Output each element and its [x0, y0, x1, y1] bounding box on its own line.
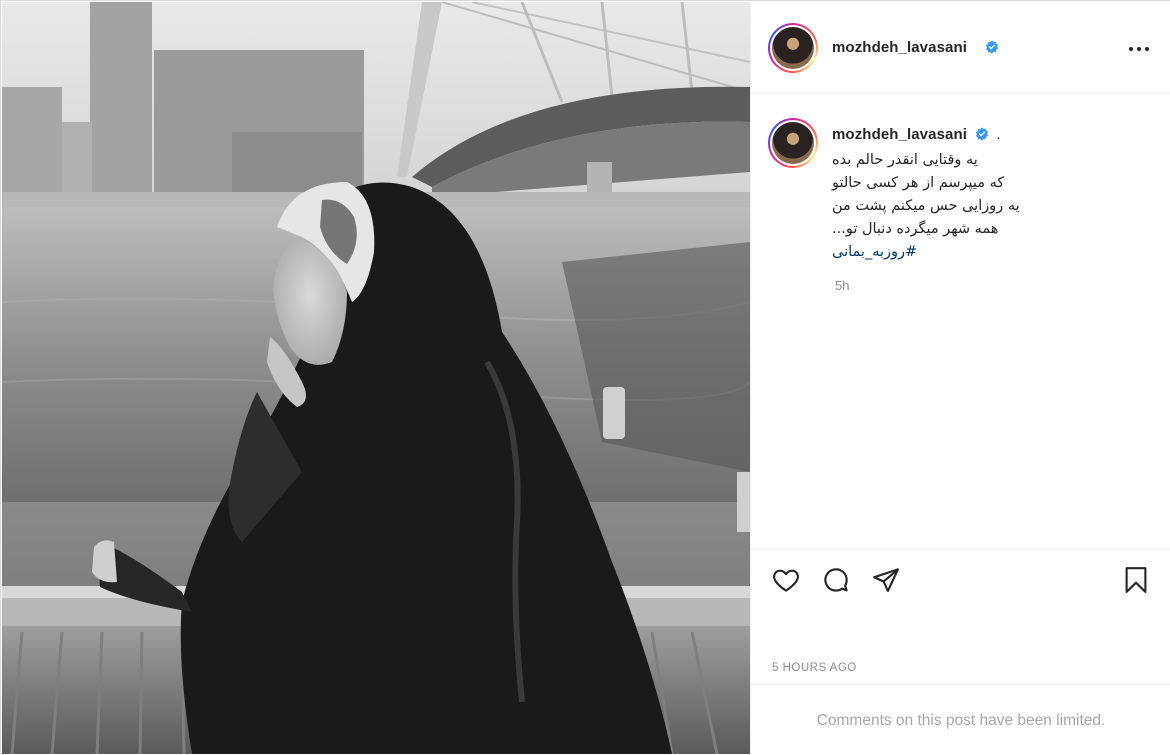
caption-avatar[interactable] — [768, 118, 818, 168]
share-icon — [873, 568, 899, 593]
caption-line: همه شهر میگرده دنبال تو... — [832, 221, 999, 237]
share-button[interactable] — [871, 565, 901, 595]
caption-line: یه وقتایی انقدر حالم بده — [832, 152, 978, 168]
verified-badge-icon — [985, 40, 999, 54]
post-actions: 5 HOURS AGO — [751, 549, 1170, 674]
post-photo-image — [2, 2, 750, 754]
caption-text: یه وقتایی انقدر حالم بده که میپرسم از هر… — [832, 149, 1062, 264]
comments-limited-notice: Comments on this post have been limited. — [816, 712, 1106, 729]
caption-line: که میپرسم از هر کسی حالتو — [832, 175, 1005, 191]
header-username[interactable]: mozhdeh_lavasani — [832, 39, 967, 56]
comment-button[interactable] — [821, 565, 851, 595]
caption-username[interactable]: mozhdeh_lavasani — [832, 126, 967, 143]
caption-line: یه روزایی حس میکنم پشت من — [832, 198, 1020, 214]
bookmark-icon — [1125, 567, 1147, 593]
instagram-post: mozhdeh_lavasani mozhdeh_lavasani . یه و… — [0, 0, 1170, 755]
caption-hashtag-link[interactable]: #روزبه_بمانی — [832, 241, 1062, 264]
comments-footer: Comments on this post have been limited. — [751, 684, 1170, 755]
caption-header: mozhdeh_lavasani . — [832, 126, 1001, 143]
like-button[interactable] — [771, 565, 801, 595]
save-button[interactable] — [1121, 565, 1151, 595]
post-photo[interactable] — [2, 2, 750, 754]
post-side-panel: mozhdeh_lavasani mozhdeh_lavasani . یه و… — [750, 1, 1170, 755]
post-timestamp[interactable]: 5 HOURS AGO — [772, 662, 857, 674]
avatar[interactable] — [768, 23, 818, 73]
comment-icon — [824, 568, 848, 592]
heart-icon — [773, 569, 799, 592]
caption-relative-time[interactable]: 5h — [835, 278, 849, 293]
post-header: mozhdeh_lavasani — [751, 1, 1170, 94]
post-caption: mozhdeh_lavasani . یه وقتایی انقدر حالم … — [751, 94, 1170, 549]
caption-trailing-dot: . — [996, 126, 1001, 143]
more-options-button[interactable] — [1127, 37, 1151, 61]
more-horizontal-icon — [1129, 47, 1149, 51]
verified-badge-icon — [976, 127, 989, 141]
